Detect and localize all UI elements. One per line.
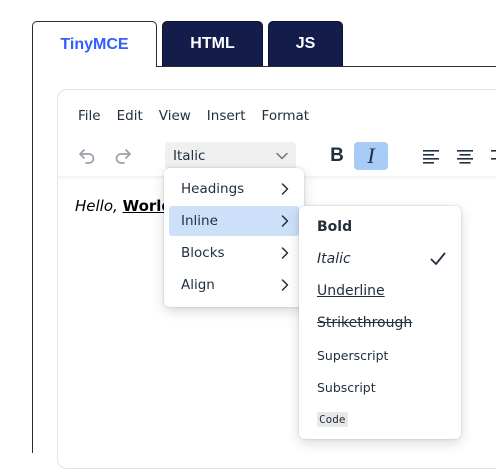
submenu-item-strikethrough[interactable]: Strikethrough xyxy=(304,308,456,338)
italic-button[interactable]: I xyxy=(354,142,388,170)
italic-icon: I xyxy=(367,143,375,168)
menu-item-inline[interactable]: Inline xyxy=(169,206,299,236)
menu-item-blocks[interactable]: Blocks xyxy=(169,238,299,268)
undo-icon xyxy=(79,149,95,164)
menu-view[interactable]: View xyxy=(151,104,199,128)
format-menu: Headings Inline Blocks Align xyxy=(164,168,304,307)
editor-content[interactable]: Hello, World xyxy=(75,197,172,215)
undo-button[interactable] xyxy=(70,142,104,170)
menu-item-align[interactable]: Align xyxy=(169,270,299,300)
tab-js[interactable]: JS xyxy=(268,21,343,67)
menu-format[interactable]: Format xyxy=(254,104,318,128)
menu-item-label: Align xyxy=(181,277,215,293)
inline-submenu: Bold Italic Underline Strikethrough Supe… xyxy=(299,206,461,439)
submenu-item-subscript[interactable]: Subscript xyxy=(304,372,456,402)
tab-html[interactable]: HTML xyxy=(162,21,263,67)
submenu-item-label: Code xyxy=(317,411,348,427)
menu-item-headings[interactable]: Headings xyxy=(169,174,299,204)
redo-button[interactable] xyxy=(106,142,140,170)
chevron-down-icon xyxy=(276,152,288,160)
align-right-button[interactable] xyxy=(482,142,496,170)
submenu-item-label: Bold xyxy=(317,219,353,235)
menu-item-label: Blocks xyxy=(181,245,225,261)
submenu-item-underline[interactable]: Underline xyxy=(304,276,456,306)
tab-tinymce[interactable]: TinyMCE xyxy=(32,21,157,67)
submenu-item-label: Subscript xyxy=(317,379,376,395)
align-center-button[interactable] xyxy=(448,142,482,170)
panel-border xyxy=(157,66,496,67)
menu-insert[interactable]: Insert xyxy=(199,104,254,128)
submenu-item-label: Strikethrough xyxy=(317,315,413,331)
checkmark-icon xyxy=(430,252,446,265)
align-left-button[interactable] xyxy=(414,142,448,170)
redo-icon xyxy=(115,149,131,164)
menu-item-label: Headings xyxy=(181,181,245,197)
submenu-item-superscript[interactable]: Superscript xyxy=(304,340,456,370)
menu-item-label: Inline xyxy=(181,213,218,229)
menu-edit[interactable]: Edit xyxy=(109,104,151,128)
content-hello: Hello, xyxy=(75,197,123,215)
submenu-item-bold[interactable]: Bold xyxy=(304,212,456,242)
submenu-item-label: Superscript xyxy=(317,347,389,363)
menubar: File Edit View Insert Format xyxy=(58,104,317,128)
bold-icon: B xyxy=(330,145,344,166)
block-format-value: Italic xyxy=(173,148,206,164)
bold-button[interactable]: B xyxy=(320,142,354,170)
chevron-right-icon xyxy=(281,183,289,195)
submenu-item-code[interactable]: Code xyxy=(304,404,456,434)
align-right-icon xyxy=(491,150,496,160)
align-left-icon xyxy=(423,150,439,164)
chevron-right-icon xyxy=(281,279,289,291)
menu-file[interactable]: File xyxy=(70,104,109,128)
panel-border xyxy=(32,66,33,453)
chevron-right-icon xyxy=(281,215,289,227)
chevron-right-icon xyxy=(281,247,289,259)
block-format-select[interactable]: Italic xyxy=(165,142,296,170)
submenu-item-label: Italic xyxy=(317,251,351,267)
submenu-item-italic[interactable]: Italic xyxy=(304,244,456,274)
submenu-item-label: Underline xyxy=(317,283,385,299)
align-center-icon xyxy=(457,150,473,164)
